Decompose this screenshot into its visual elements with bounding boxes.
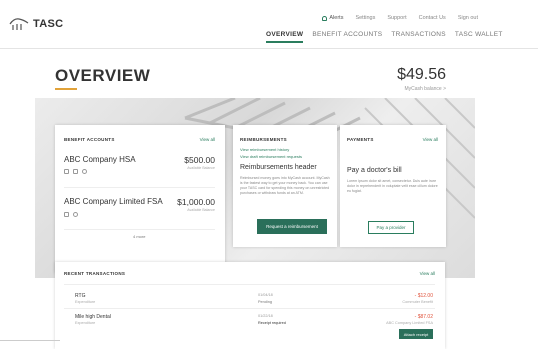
transaction-type: Expenditure [75,300,96,304]
transaction-type: Expenditure [75,321,96,325]
transaction-merchant[interactable]: Mile high Dental [75,314,111,320]
request-reimbursement-button[interactable]: Request a reimbursement [257,219,327,234]
alerts-label: Alerts [329,15,344,21]
attach-receipt-button[interactable]: Attach receipt [399,329,433,339]
payments-description: Lorem ipsum dolor sit amet, consectetur.… [347,179,438,193]
account-name[interactable]: ABC Company HSA [64,155,136,164]
view-icon[interactable] [73,212,78,217]
utility-nav: Alerts Settings Support Contact Us Sign … [322,15,478,21]
account-balance-label: Available Balance [187,208,215,212]
contact-link[interactable]: Contact Us [419,15,446,21]
account-divider [64,187,215,188]
site-header: TASC Alerts Settings Support Contact Us … [0,0,538,48]
header-divider [0,48,538,49]
transaction-account: Commuter Benefit [402,300,433,304]
transaction-status: Receipt required [258,321,286,325]
reimbursements-header: Reimbursements header [240,164,317,171]
transaction-amount: - $87.02 [414,314,433,320]
signout-link[interactable]: Sign out [458,15,478,21]
view-icon[interactable] [82,169,87,174]
mycash-balance-link[interactable]: MyCash balance > [404,86,446,92]
account-divider [64,229,215,230]
title-accent-bar [55,88,77,90]
transaction-status: Pending [258,300,272,304]
card-icon[interactable] [64,169,69,174]
support-link[interactable]: Support [387,15,406,21]
draft-reimbursements-link[interactable]: View draft reimbursement requests [240,154,302,159]
benefit-accounts-view-all[interactable]: View all [200,137,215,142]
tab-wallet[interactable]: TASC WALLET [455,31,503,43]
pay-provider-button[interactable]: Pay a provider [368,221,414,234]
payments-card: PAYMENTS View all Pay a doctor's bill Lo… [340,125,446,247]
logo-mark-icon [9,18,29,30]
transaction-date: 01/22/18 [258,314,273,318]
reimbursement-history-link[interactable]: View reimbursement history [240,147,289,152]
payments-title: Pay a doctor's bill [347,167,402,174]
tab-benefit-accounts[interactable]: BENEFIT ACCOUNTS [312,31,382,43]
account-balance: $500.00 [184,155,215,165]
payments-heading: PAYMENTS [347,137,374,142]
receipt-icon[interactable] [73,169,78,174]
tab-transactions[interactable]: TRANSACTIONS [391,31,446,43]
transactions-view-all[interactable]: View all [420,271,435,276]
payments-view-all[interactable]: View all [423,137,438,142]
tasc-logo[interactable]: TASC [8,16,63,32]
logo-text: TASC [33,18,64,30]
bell-icon [322,15,328,21]
account-balance: $1,000.00 [177,197,215,207]
account-balance-label: Available Balance [187,166,215,170]
transaction-merchant[interactable]: RTG [75,293,85,299]
page-title: OVERVIEW [55,66,151,85]
main-nav: OVERVIEW BENEFIT ACCOUNTS TRANSACTIONS T… [266,31,503,43]
recent-transactions-heading: RECENT TRANSACTIONS [64,271,126,276]
transactions-divider [64,308,435,309]
receipt-icon[interactable] [64,212,69,217]
transactions-divider [64,284,435,285]
account-actions [64,169,87,174]
benefit-accounts-card: BENEFIT ACCOUNTS View all ABC Company HS… [55,125,225,273]
transaction-account: ABC Company Limited FSA [386,321,433,325]
account-actions [64,212,78,217]
settings-link[interactable]: Settings [355,15,375,21]
recent-transactions-card: RECENT TRANSACTIONS View all RTG Expendi… [55,262,445,349]
benefit-accounts-heading: BENEFIT ACCOUNTS [64,137,115,142]
alerts-link[interactable]: Alerts [322,15,343,21]
transaction-amount: - $12.00 [414,293,433,299]
reimbursements-heading: REIMBURSEMENTS [240,137,287,142]
reimbursements-card: REIMBURSEMENTS View reimbursement histor… [233,125,337,247]
page-bottom-divider [0,340,60,341]
more-accounts-link[interactable]: 4 more [133,234,145,239]
mycash-balance: $49.56 [397,66,446,83]
account-name[interactable]: ABC Company Limited FSA [64,197,163,206]
tab-overview[interactable]: OVERVIEW [266,31,304,43]
transaction-date: 01/04/18 [258,293,273,297]
reimbursements-description: Reimbursed money goes into MyCash accoun… [240,176,330,195]
